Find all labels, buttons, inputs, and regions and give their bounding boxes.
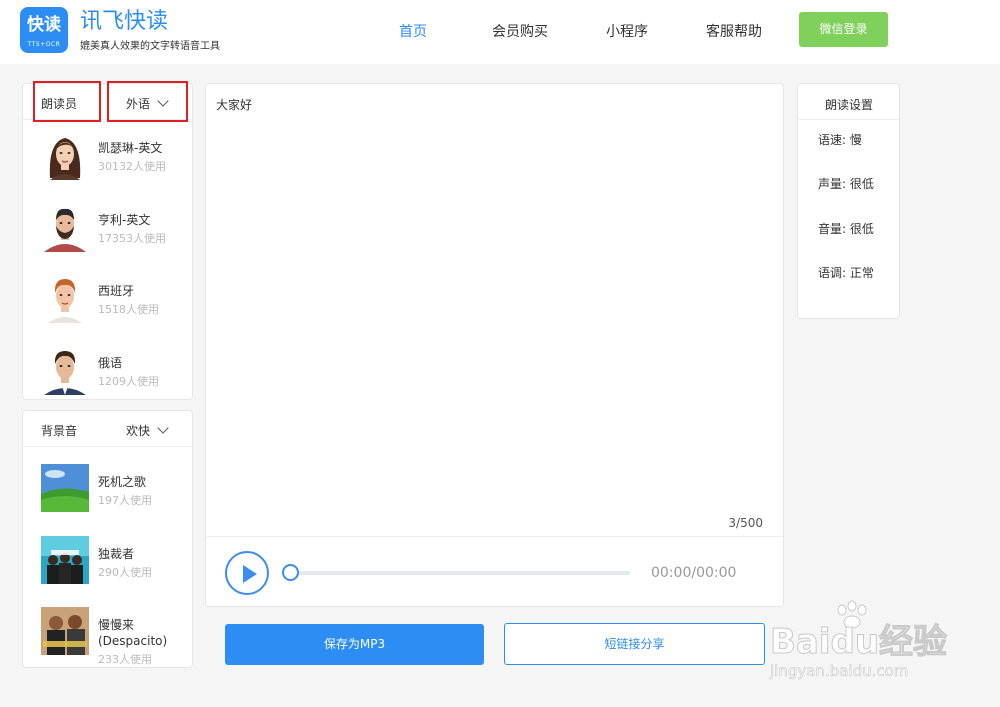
- nav-mini-program[interactable]: 小程序: [606, 21, 648, 41]
- bgm-mood-value: 欢快: [126, 424, 151, 438]
- highlight-box-language-dropdown: [107, 81, 188, 122]
- watermark-main: Baidu经验: [769, 622, 948, 663]
- audio-player: 00:00/00:00: [206, 536, 783, 606]
- woman-avatar-icon: [40, 130, 90, 180]
- bgm-panel-header: 背景音 欢快: [23, 411, 192, 447]
- setting-tone[interactable]: 语调: 正常: [818, 264, 874, 281]
- nav-home[interactable]: 首页: [399, 21, 427, 41]
- editor-text-content[interactable]: 大家好: [216, 96, 252, 113]
- reader-item-russian[interactable]: 俄语 1209人使用: [23, 345, 193, 417]
- progress-track[interactable]: [290, 571, 630, 575]
- bgm-usage-count: 233人使用: [98, 653, 152, 666]
- setting-voice-level[interactable]: 声量: 很低: [818, 175, 874, 192]
- bgm-usage-count: 197人使用: [98, 494, 152, 507]
- bgm-mood-dropdown[interactable]: 欢快: [126, 422, 169, 439]
- watermark-url: jingyan.baidu.com: [770, 662, 909, 681]
- setting-volume[interactable]: 音量: 很低: [818, 220, 874, 237]
- nav-membership[interactable]: 会员购买: [492, 21, 548, 41]
- save-mp3-button[interactable]: 保存为MP3: [225, 624, 484, 665]
- reader-item-katherine[interactable]: 凯瑟琳-英文 30132人使用: [23, 130, 193, 202]
- bearded-man-avatar-icon: [40, 202, 90, 252]
- logo-main-text: 快读: [27, 15, 61, 35]
- nav-help[interactable]: 客服帮助: [706, 21, 762, 41]
- wechat-login-button[interactable]: 微信登录: [799, 12, 888, 47]
- reader-usage-count: 30132人使用: [98, 160, 166, 173]
- reading-settings-panel: 朗读设置 语速: 慢 声量: 很低 音量: 很低 语调: 正常: [797, 83, 900, 319]
- bgm-item-2[interactable]: 独裁者 290人使用: [23, 536, 193, 608]
- bgm-item-1[interactable]: 死机之歌 197人使用: [23, 464, 193, 536]
- suit-man-avatar-icon: [40, 345, 90, 395]
- short-link-share-button[interactable]: 短链接分享: [504, 623, 765, 665]
- reader-item-spanish[interactable]: 西班牙 1518人使用: [23, 273, 193, 345]
- brand-subtitle: 媲美真人效果的文字转语音工具: [80, 41, 220, 52]
- bgm-panel: 背景音 欢快 死机之歌 197人使用 独裁者 290人使用 慢慢来 (Despa…: [22, 410, 193, 668]
- bgm-name: 死机之歌: [98, 475, 147, 489]
- app-logo[interactable]: 快读 TTS+OCR: [20, 7, 68, 53]
- bgm-name: 慢慢来 (Despacito): [98, 618, 168, 648]
- reader-panel: 朗读员 外语 凯瑟琳-英文 30132人使用 亨利-英文 17353人使用 西班…: [22, 81, 193, 400]
- bgm-usage-count: 290人使用: [98, 566, 152, 579]
- bgm-item-3[interactable]: 慢慢来 (Despacito) 233人使用: [23, 607, 193, 679]
- top-header: 快读 TTS+OCR 讯飞快读 媲美真人效果的文字转语音工具 首页 会员购买 小…: [0, 0, 1000, 64]
- settings-title: 朗读设置: [825, 98, 874, 112]
- playback-time: 00:00/00:00: [651, 565, 737, 581]
- logo-small-text: TTS+OCR: [27, 41, 61, 48]
- bgm-header-label: 背景音: [41, 424, 78, 438]
- band-thumbnail-icon: [41, 536, 89, 584]
- bgm-name: 独裁者: [98, 547, 135, 561]
- reader-usage-count: 1518人使用: [98, 303, 159, 316]
- brand-title: 讯飞快读: [80, 9, 169, 34]
- green-hills-thumbnail-icon: [41, 464, 89, 512]
- reader-usage-count: 17353人使用: [98, 232, 166, 245]
- baidu-jingyan-watermark: Baidu经验 jingyan.baidu.com: [769, 600, 970, 690]
- reader-item-henry[interactable]: 亨利-英文 17353人使用: [23, 202, 193, 274]
- ginger-man-avatar-icon: [40, 273, 90, 323]
- reader-usage-count: 1209人使用: [98, 375, 159, 388]
- setting-speed[interactable]: 语速: 慢: [818, 131, 862, 148]
- play-icon: [243, 565, 257, 583]
- settings-header: 朗读设置: [798, 84, 899, 120]
- play-button[interactable]: [225, 551, 269, 595]
- reader-name: 凯瑟琳-英文: [98, 141, 163, 155]
- reader-name: 西班牙: [98, 284, 135, 298]
- reader-name: 俄语: [98, 356, 123, 370]
- char-counter: 3/500: [728, 516, 763, 530]
- highlight-box-reader-label: [33, 81, 101, 122]
- reader-name: 亨利-英文: [98, 213, 151, 227]
- despacito-thumbnail-icon: [41, 607, 89, 655]
- progress-knob[interactable]: [282, 564, 299, 581]
- text-editor[interactable]: 大家好 3/500 00:00/00:00: [205, 83, 784, 607]
- chevron-down-icon: [157, 422, 169, 434]
